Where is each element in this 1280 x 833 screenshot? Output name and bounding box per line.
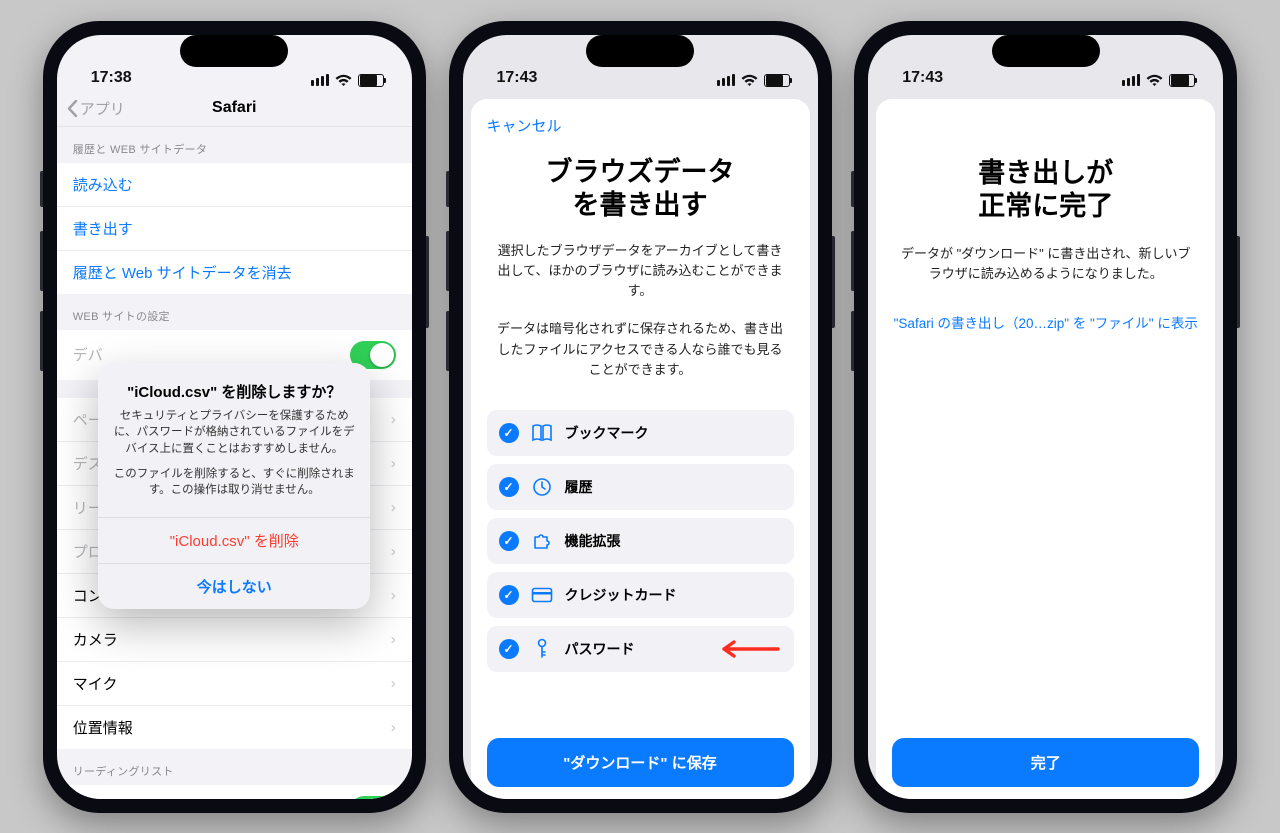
clock-icon [531,476,553,498]
export-cell[interactable]: 書き出す [57,207,412,251]
alert-delete-button[interactable]: "iCloud.csv" を削除 [98,517,370,563]
camera-cell[interactable]: カメラ› [57,618,412,662]
option-label: 履歴 [565,477,593,497]
checkmark-icon: ✓ [499,477,519,497]
book-icon [531,422,553,444]
section-header-history: 履歴と WEB サイトデータ [57,127,412,163]
dynamic-island [180,35,288,67]
option-credit-cards[interactable]: ✓ クレジットカード [487,572,794,618]
checkmark-icon: ✓ [499,585,519,605]
back-button[interactable]: アプリ [67,98,125,119]
cellular-icon [717,74,735,86]
phone-export-complete: 17:43 79 書き出しが正常に完了 データが "ダウンロード" に書き出され… [854,21,1237,813]
delete-file-alert: "iCloud.csv" を削除しますか？ セキュリティとプライバシーを保護する… [98,363,370,609]
phone-export: 17:43 79 キャンセル ブラウズデータを書き出す 選択したブラウザデータを… [449,21,832,813]
chevron-right-icon: › [391,587,396,604]
battery-icon: 79 [764,74,790,87]
wifi-icon [1146,74,1163,87]
checkmark-icon: ✓ [499,531,519,551]
status-time: 17:38 [91,69,132,87]
alert-title: "iCloud.csv" を削除しますか？ [112,381,356,402]
option-history[interactable]: ✓ 履歴 [487,464,794,510]
option-label: クレジットカード [565,585,677,605]
offline-save-cell[interactable]: 自動的にオフライン用に保存 [57,785,412,799]
alert-not-now-button[interactable]: 今はしない [98,563,370,609]
section-header-reading-list: リーディングリスト [57,749,412,785]
option-passwords[interactable]: ✓ パスワード [487,626,794,672]
alert-message-2: このファイルを削除すると、すぐに削除されます。この操作は取り消せません。 [112,466,356,499]
sheet-title: 書き出しが正常に完了 [892,157,1199,225]
save-to-downloads-button[interactable]: "ダウンロード" に保存 [487,738,794,787]
toggle-on[interactable] [350,796,396,799]
export-complete-sheet: 書き出しが正常に完了 データが "ダウンロード" に書き出され、新しいブラウザに… [876,99,1215,799]
chevron-right-icon: › [391,631,396,648]
export-sheet: キャンセル ブラウズデータを書き出す 選択したブラウザデータをアーカイブとして書… [471,99,810,799]
import-cell[interactable]: 読み込む [57,163,412,207]
checkmark-icon: ✓ [499,639,519,659]
page-title: Safari [212,99,256,117]
option-label: ブックマーク [565,423,649,443]
option-label: パスワード [565,639,635,659]
puzzle-icon [531,530,553,552]
chevron-right-icon: › [391,455,396,472]
dynamic-island [992,35,1100,67]
status-time: 17:43 [497,69,538,87]
dynamic-island [586,35,694,67]
chevron-right-icon: › [391,499,396,516]
wifi-icon [741,74,758,87]
chevron-right-icon: › [391,675,396,692]
cellular-icon [311,74,329,86]
chevron-right-icon: › [391,543,396,560]
status-time: 17:43 [902,69,943,87]
battery-icon: 79 [1169,74,1195,87]
cellular-icon [1122,74,1140,86]
done-button[interactable]: 完了 [892,738,1199,787]
checkmark-icon: ✓ [499,423,519,443]
clear-history-cell[interactable]: 履歴と Web サイトデータを消去 [57,251,412,294]
chevron-right-icon: › [391,411,396,428]
sheet-desc-2: データは暗号化されずに保存されるため、書き出したファイルにアクセスできる人なら誰… [495,319,786,379]
show-in-files-link[interactable]: "Safari の書き出し（20…zip" を "ファイル" に表示 [892,312,1199,332]
option-bookmarks[interactable]: ✓ ブックマーク [487,410,794,456]
credit-card-icon [531,584,553,606]
section-header-websites: WEB サイトの設定 [57,294,412,330]
sheet-desc: データが "ダウンロード" に書き出され、新しいブラウザに読み込めるようになりま… [900,244,1191,284]
key-icon [531,638,553,660]
chevron-right-icon: › [391,719,396,736]
battery-icon: 79 [358,74,384,87]
sheet-title: ブラウズデータを書き出す [487,156,794,224]
cancel-button[interactable]: キャンセル [487,113,794,142]
chevron-left-icon [67,100,78,117]
annotation-arrow-icon [716,639,780,659]
option-label: 機能拡張 [565,531,621,551]
alert-message-1: セキュリティとプライバシーを保護するために、パスワードが格納されているファイルを… [112,408,356,458]
location-cell[interactable]: 位置情報› [57,706,412,749]
wifi-icon [335,74,352,87]
option-extensions[interactable]: ✓ 機能拡張 [487,518,794,564]
phone-settings: 17:38 79 アプリ Safari 履歴と WEB サイトデータ 読み込む … [43,21,426,813]
mic-cell[interactable]: マイク› [57,662,412,706]
sheet-desc-1: 選択したブラウザデータをアーカイブとして書き出して、ほかのブラウザに読み込むこと… [495,241,786,301]
